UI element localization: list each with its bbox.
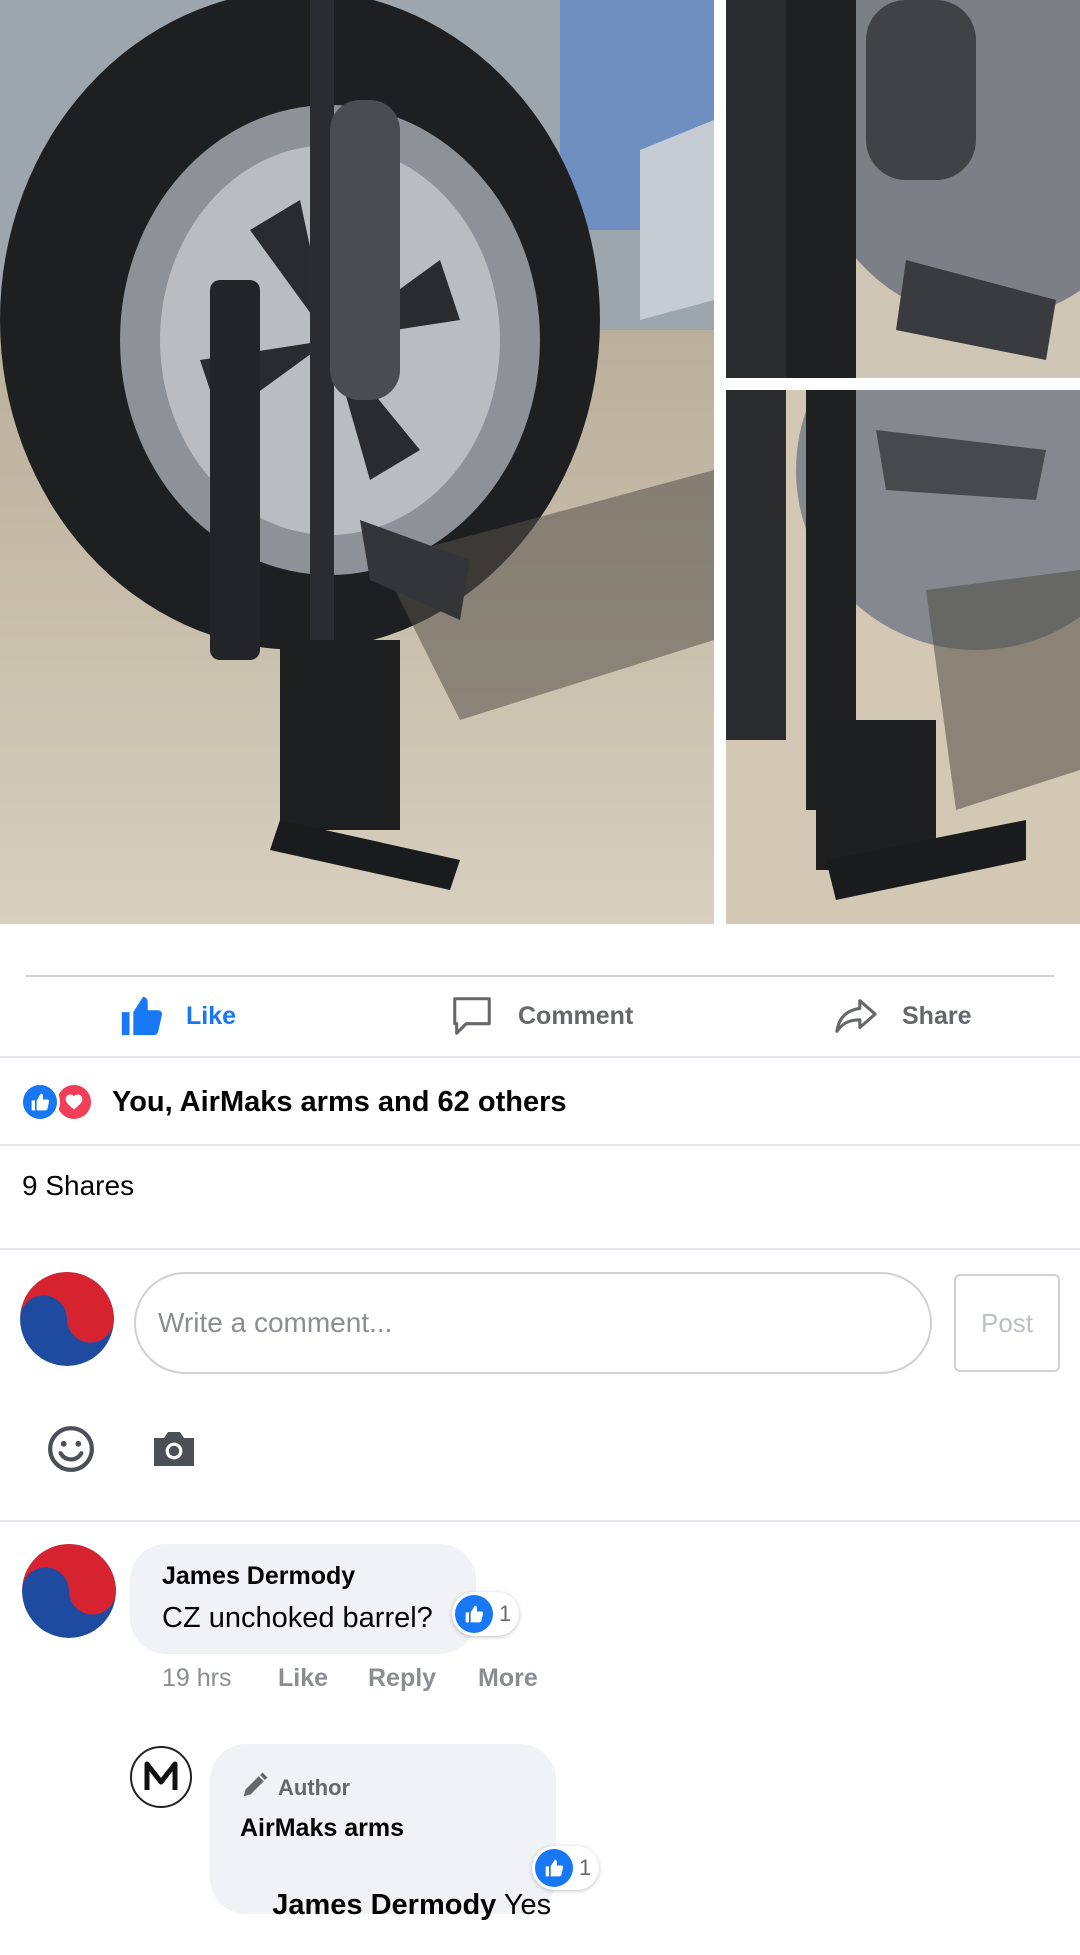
reply-mention[interactable]: James Dermody (272, 1889, 496, 1921)
thumbs-up-icon (535, 1849, 573, 1887)
pencil-icon (240, 1770, 270, 1805)
photo-top-right-image (726, 0, 1080, 378)
comment-author[interactable]: James Dermody (162, 1562, 355, 1591)
thumbs-up-icon (455, 1595, 493, 1633)
comment-text: CZ unchoked barrel? (162, 1602, 433, 1634)
taegeuk-avatar-icon (20, 1272, 114, 1366)
divider (0, 1056, 1080, 1058)
emoji-icon[interactable] (46, 1424, 96, 1479)
share-label: Share (902, 1001, 972, 1030)
comment-reply-link[interactable]: Reply (368, 1664, 436, 1693)
taegeuk-avatar-icon (22, 1544, 116, 1638)
post-button[interactable]: Post (954, 1274, 1060, 1372)
comment-icon (448, 993, 496, 1039)
love-reaction-icon (54, 1082, 94, 1122)
comment-reaction-count[interactable]: 1 (452, 1592, 520, 1636)
author-badge: Author (240, 1770, 350, 1805)
photo-main[interactable] (0, 0, 714, 924)
camera-icon[interactable] (150, 1426, 198, 1475)
photo-top-right[interactable] (726, 0, 1080, 378)
photo-main-image (0, 0, 714, 924)
commenter-avatar[interactable] (22, 1544, 116, 1638)
like-button[interactable]: Like (118, 990, 236, 1042)
reactions-text: You, AirMaks arms and 62 others (112, 1085, 567, 1118)
reply-author[interactable]: AirMaks arms (240, 1814, 404, 1843)
reply-text: Yes (496, 1889, 552, 1921)
photo-bottom-right[interactable] (726, 390, 1080, 924)
comment-time: 19 hrs (162, 1664, 232, 1692)
share-button[interactable]: Share (832, 990, 971, 1042)
comment-input[interactable]: Write a comment... (134, 1272, 932, 1374)
divider (26, 975, 1054, 977)
comment-bubble[interactable]: James Dermody CZ unchoked barrel? (130, 1544, 476, 1654)
reaction-count: 1 (499, 1601, 512, 1626)
airmaks-logo-icon (144, 1761, 178, 1790)
shares-count[interactable]: 9 Shares (22, 1170, 134, 1202)
reply-reaction-count[interactable]: 1 (532, 1846, 600, 1890)
author-badge-label: Author (278, 1774, 351, 1800)
divider (0, 1248, 1080, 1250)
page-avatar[interactable] (130, 1746, 192, 1808)
like-label: Like (186, 1001, 237, 1030)
comment-label: Comment (518, 1001, 634, 1030)
comment-like-link[interactable]: Like (278, 1664, 328, 1693)
photo-bottom-right-image (726, 390, 1080, 924)
divider (0, 1144, 1080, 1146)
avatar[interactable] (20, 1272, 114, 1366)
thumbs-up-icon (118, 993, 164, 1039)
reactions-summary[interactable]: You, AirMaks arms and 62 others (20, 1082, 566, 1122)
comment-button[interactable]: Comment (448, 990, 633, 1042)
divider (0, 1520, 1080, 1522)
comment-more-link[interactable]: More (478, 1664, 538, 1693)
share-arrow-icon (832, 993, 880, 1039)
reply-bubble[interactable]: Author AirMaks arms James Dermody Yes (210, 1744, 556, 1921)
like-reaction-icon (20, 1082, 60, 1122)
reaction-count: 1 (579, 1855, 592, 1880)
